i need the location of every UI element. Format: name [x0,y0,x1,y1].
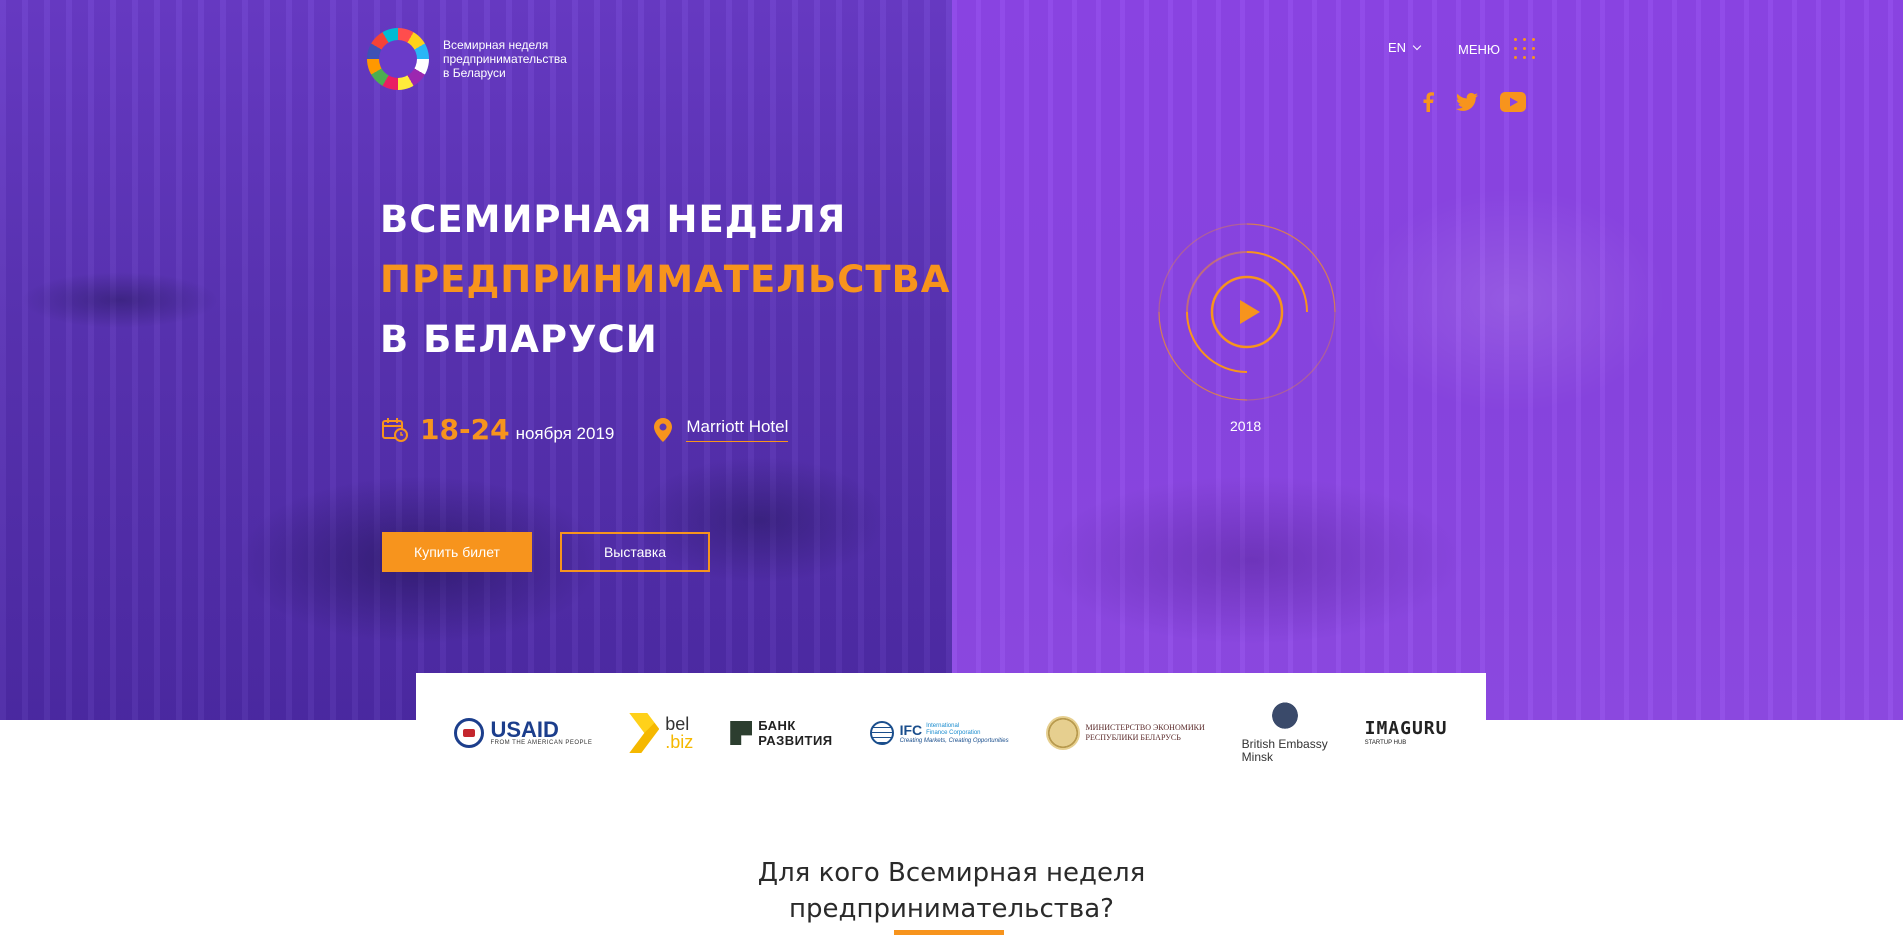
partner-ministry-economy[interactable]: МИНИСТЕРСТВО ЭКОНОМИКИ РЕСПУБЛИКИ БЕЛАРУ… [1045,716,1205,750]
bank-logo-text: БАНК РАЗВИТИЯ [758,718,833,748]
hero-title: ВСЕМИРНАЯ НЕДЕЛЯ ПРЕДПРИНИМАТЕЛЬСТВА В Б… [380,190,950,370]
partner-imaguru[interactable]: IMAGURU STARTUP HUB [1364,718,1448,747]
buy-ticket-button[interactable]: Купить билет [382,532,532,572]
ifc-logo-text: IFC [899,722,923,738]
location-pin-icon [654,417,673,442]
section-heading-line-1: Для кого Всемирная неделя [757,858,1146,888]
imaguru-tagline: STARTUP HUB [1364,740,1407,746]
language-label: EN [1388,40,1407,55]
logo-text: Всемирная неделя предпринимательства в Б… [443,38,583,80]
partners-bar: USAID FROM THE AMERICAN PEOPLE bel .biz … [416,673,1486,793]
logo-line-1: Всемирная неделя [443,38,549,52]
partner-british-embassy[interactable]: British Embassy Minsk [1242,702,1328,764]
video-year: 2018 [1230,418,1262,434]
exhibition-button[interactable]: Выставка [560,532,710,572]
title-line-2: ПРЕДПРИНИМАТЕЛЬСТВА [380,258,951,301]
bank-mark-icon [730,721,753,745]
event-info: 18-24 ноября 2019 Marriott Hotel [382,413,789,446]
facebook-icon[interactable] [1422,92,1434,112]
royal-crest-icon [1264,702,1305,736]
chevron-down-icon [1412,41,1422,51]
social-links [1422,92,1526,112]
event-month: ноября 2019 [515,423,615,443]
usaid-logo-text: USAID [490,717,559,742]
partner-ifc[interactable]: IFC International Finance Corporation Cre… [869,721,1009,745]
menu-button[interactable]: МЕНЮ [1458,38,1536,60]
title-line-1: ВСЕМИРНАЯ НЕДЕЛЯ [380,198,847,241]
menu-label: МЕНЮ [1458,41,1501,57]
usaid-seal-icon [454,718,485,748]
ifc-tagline: Creating Markets, Creating Opportunities [899,738,1009,744]
emblem-icon [1045,716,1080,750]
logo-line-3: в Беларуси [443,66,506,80]
twitter-icon[interactable] [1456,93,1478,111]
venue-link[interactable]: Marriott Hotel [686,417,789,442]
video-play-button[interactable] [1157,222,1337,402]
calendar-icon [382,417,408,442]
language-switcher[interactable]: EN [1388,40,1422,55]
menu-grid-icon [1514,38,1536,60]
title-line-3: В БЕЛАРУСИ [380,318,658,361]
imaguru-logo-text: IMAGURU [1364,718,1448,739]
youtube-icon[interactable] [1500,92,1526,112]
logo-ring-icon [367,28,429,90]
belbiz-logo-text: bel .biz [665,714,694,752]
usaid-tagline: FROM THE AMERICAN PEOPLE [490,740,593,746]
site-logo[interactable]: Всемирная неделя предпринимательства в Б… [367,28,583,90]
logo-line-2: предпринимательства [443,52,567,66]
belbiz-mark-icon [629,713,660,753]
play-icon [1158,223,1336,401]
section-heading-line-2: предпринимательства? [789,894,1114,924]
partner-bank-razvitiya[interactable]: БАНК РАЗВИТИЯ [730,718,832,748]
ministry-logo-text: МИНИСТЕРСТВО ЭКОНОМИКИ РЕСПУБЛИКИ БЕЛАРУ… [1085,723,1205,742]
section-accent-line [894,930,1004,935]
section-heading: Для кого Всемирная неделя предпринимател… [0,855,1903,927]
hero [0,0,1903,720]
ifc-globe-icon [869,721,894,745]
british-embassy-text: British Embassy Minsk [1241,737,1328,764]
partner-usaid[interactable]: USAID FROM THE AMERICAN PEOPLE [454,718,592,748]
event-dates: 18-24 [420,413,510,446]
partner-belbiz[interactable]: bel .biz [629,713,693,753]
